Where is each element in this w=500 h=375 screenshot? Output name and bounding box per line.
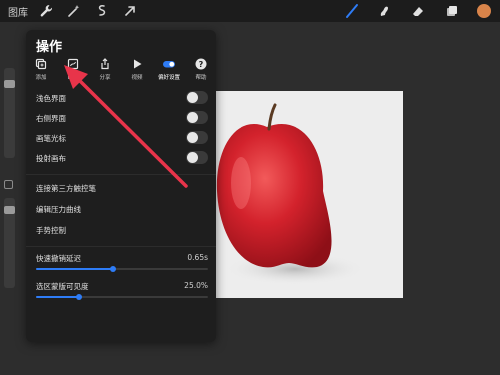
eraser-icon[interactable] bbox=[410, 3, 426, 19]
add-icon bbox=[35, 58, 47, 70]
slider-label: 选区蒙版可见度 bbox=[36, 282, 89, 291]
toggle-label: 投射画布 bbox=[36, 154, 66, 163]
preferences-toggle-icon bbox=[163, 58, 175, 70]
slider-label: 快速撤销延迟 bbox=[36, 254, 81, 263]
selection-mask-slider-row: 选区蒙版可见度 25.0% bbox=[36, 281, 208, 303]
svg-text:?: ? bbox=[199, 60, 204, 69]
share-icon bbox=[99, 58, 111, 70]
tab-share[interactable]: 分享 bbox=[90, 58, 120, 84]
toggle-row-right-interface: 右侧界面 bbox=[36, 110, 208, 126]
right-interface-toggle[interactable] bbox=[186, 111, 208, 124]
undo-delay-slider-row: 快速撤销延迟 0.65s bbox=[36, 253, 208, 275]
smudge-icon[interactable] bbox=[376, 3, 392, 19]
connect-stylus-link[interactable]: 连接第三方触控笔 bbox=[36, 180, 208, 196]
transform-arrow-icon[interactable] bbox=[122, 3, 138, 19]
toggle-label: 浅色界面 bbox=[36, 94, 66, 103]
tab-video-label: 视频 bbox=[131, 75, 143, 81]
toggle-row-brush-cursor: 画笔光标 bbox=[36, 130, 208, 146]
brush-size-handle[interactable] bbox=[4, 80, 15, 88]
actions-panel: 操作 添加 画布 分享 视频 偏好设置 ? 帮助 浅色界面 右侧界面 画笔光标 … bbox=[26, 30, 216, 342]
toggle-row-project-canvas: 投射画布 bbox=[36, 150, 208, 166]
color-swatch[interactable] bbox=[476, 3, 492, 19]
panel-title: 操作 bbox=[36, 40, 63, 55]
modify-button[interactable] bbox=[4, 180, 13, 189]
toggle-label: 画笔光标 bbox=[36, 134, 66, 143]
tab-help[interactable]: ? 帮助 bbox=[186, 58, 216, 84]
brush-cursor-toggle[interactable] bbox=[186, 131, 208, 144]
selection-icon[interactable] bbox=[94, 3, 110, 19]
tab-canvas[interactable]: 画布 bbox=[58, 58, 88, 84]
divider bbox=[26, 246, 216, 247]
tab-preferences-label: 偏好设置 bbox=[157, 75, 180, 81]
left-sidebar bbox=[2, 68, 17, 323]
light-interface-toggle[interactable] bbox=[186, 91, 208, 104]
edit-pressure-curve-link[interactable]: 编辑压力曲线 bbox=[36, 201, 208, 217]
selection-mask-slider[interactable] bbox=[36, 294, 208, 300]
slider-handle[interactable] bbox=[110, 266, 117, 272]
undo-delay-slider[interactable] bbox=[36, 266, 208, 272]
top-toolbar: 图库 bbox=[0, 0, 500, 22]
gallery-button[interactable]: 图库 bbox=[8, 4, 28, 19]
project-canvas-toggle[interactable] bbox=[186, 151, 208, 164]
tab-add-label: 添加 bbox=[35, 75, 47, 81]
tab-video[interactable]: 视频 bbox=[122, 58, 152, 84]
slider-value: 0.65s bbox=[187, 253, 208, 262]
tab-help-label: 帮助 bbox=[195, 75, 207, 81]
brush-icon[interactable] bbox=[344, 3, 360, 19]
help-icon: ? bbox=[195, 58, 207, 70]
wrench-icon[interactable] bbox=[38, 3, 54, 19]
canvas-artwork bbox=[215, 91, 403, 298]
toggle-label: 右侧界面 bbox=[36, 114, 66, 123]
tab-canvas-label: 画布 bbox=[67, 75, 79, 81]
tab-preferences[interactable]: 偏好设置 bbox=[154, 58, 184, 84]
layers-icon[interactable] bbox=[444, 3, 460, 19]
canvas-icon bbox=[67, 58, 79, 70]
magic-wand-icon[interactable] bbox=[66, 3, 82, 19]
divider bbox=[26, 174, 216, 175]
opacity-handle[interactable] bbox=[4, 206, 15, 214]
video-play-icon bbox=[131, 58, 143, 70]
slider-handle[interactable] bbox=[76, 294, 82, 300]
toggle-row-light-interface: 浅色界面 bbox=[36, 90, 208, 106]
gesture-controls-link[interactable]: 手势控制 bbox=[36, 222, 208, 238]
tab-share-label: 分享 bbox=[99, 75, 111, 81]
tab-add[interactable]: 添加 bbox=[26, 58, 56, 84]
slider-value: 25.0% bbox=[184, 281, 208, 290]
